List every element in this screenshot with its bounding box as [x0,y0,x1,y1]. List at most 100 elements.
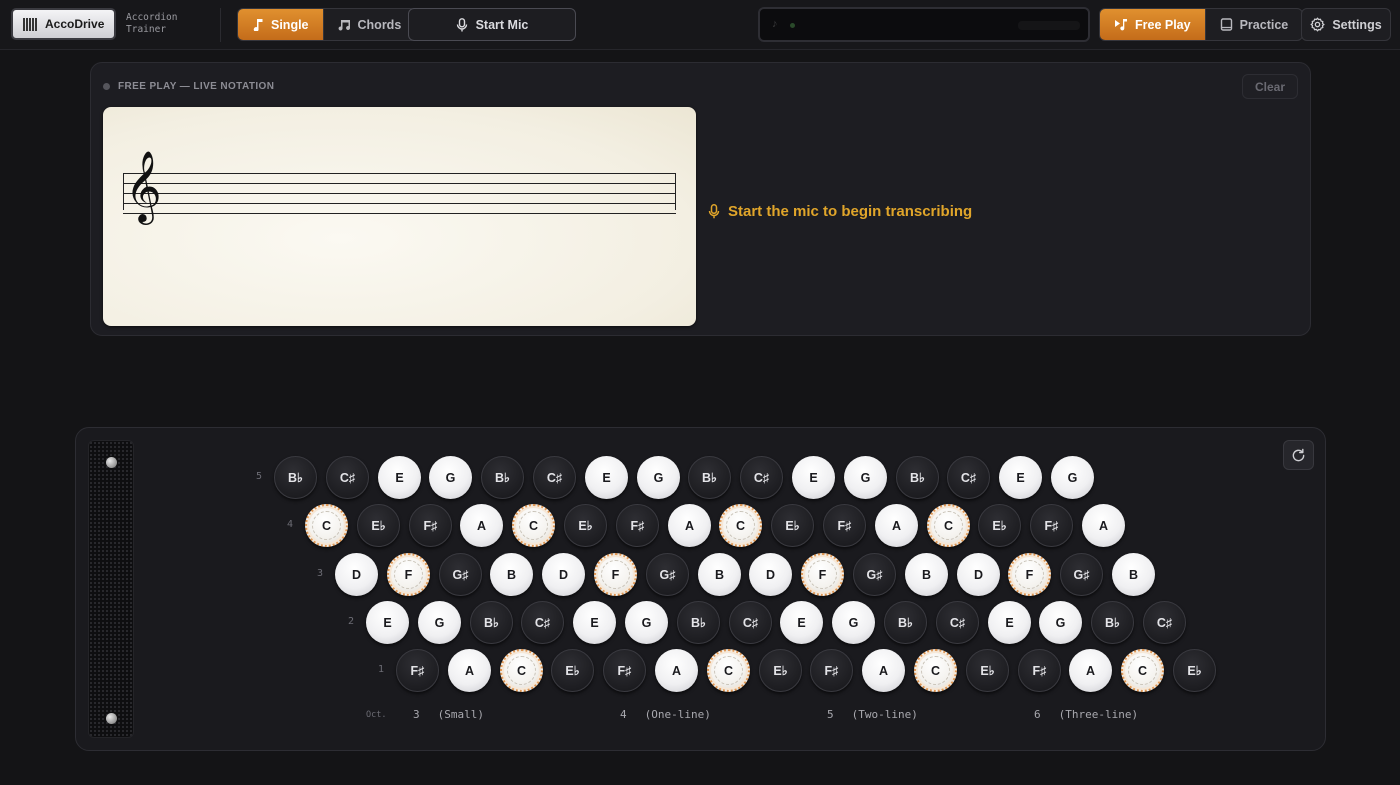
free-play-button[interactable]: Free Play [1100,9,1205,40]
note-button[interactable]: C♯ [533,456,576,499]
note-button[interactable]: G [1039,601,1082,644]
note-button[interactable]: E♭ [978,504,1021,547]
note-button[interactable]: B♭ [884,601,927,644]
note-button[interactable]: E♭ [966,649,1009,692]
note-button[interactable]: C [512,504,555,547]
note-button[interactable]: E [988,601,1031,644]
note-button[interactable]: F♯ [1030,504,1073,547]
note-button[interactable]: E♭ [357,504,400,547]
note-button[interactable]: A [862,649,905,692]
reset-button[interactable] [1283,440,1314,470]
note-button[interactable]: F♯ [810,649,853,692]
note-button[interactable]: A [448,649,491,692]
music-note-icon [253,19,263,31]
note-button[interactable]: E [366,601,409,644]
note-button[interactable]: F♯ [616,504,659,547]
logo-button[interactable]: AccoDrive [11,8,116,40]
staff-paper: 𝄞 [103,107,696,326]
note-button[interactable]: B♭ [688,456,731,499]
note-button[interactable]: G♯ [853,553,896,596]
note-button[interactable]: A [1082,504,1125,547]
note-button[interactable]: C♯ [947,456,990,499]
meter-note-icon: ♪ [772,18,778,30]
note-button[interactable]: C♯ [326,456,369,499]
note-button[interactable]: C [500,649,543,692]
note-button[interactable]: F [1008,553,1051,596]
note-button[interactable]: E♭ [551,649,594,692]
note-button[interactable]: A [655,649,698,692]
note-button[interactable]: C♯ [521,601,564,644]
note-button[interactable]: F♯ [603,649,646,692]
note-button[interactable]: A [875,504,918,547]
note-button[interactable]: D [542,553,585,596]
note-button[interactable]: F♯ [409,504,452,547]
note-button[interactable]: C♯ [936,601,979,644]
note-button[interactable]: G [832,601,875,644]
note-button[interactable]: B♭ [481,456,524,499]
note-label: G♯ [866,567,883,582]
note-button[interactable]: B [1112,553,1155,596]
note-button[interactable]: F♯ [396,649,439,692]
note-button[interactable]: G♯ [1060,553,1103,596]
note-button[interactable]: F [594,553,637,596]
note-button[interactable]: C [914,649,957,692]
note-button[interactable]: C [305,504,348,547]
note-button[interactable]: C♯ [729,601,772,644]
note-button[interactable]: D [335,553,378,596]
note-button[interactable]: C [1121,649,1164,692]
note-button[interactable]: G♯ [439,553,482,596]
note-button[interactable]: G [637,456,680,499]
settings-button[interactable]: Settings [1301,8,1391,41]
note-button[interactable]: E♭ [759,649,802,692]
note-button[interactable]: G [429,456,472,499]
note-button[interactable]: F♯ [823,504,866,547]
note-button[interactable]: E♭ [1173,649,1216,692]
practice-button[interactable]: Practice [1204,9,1303,40]
note-button[interactable]: G [625,601,668,644]
note-button[interactable]: F♯ [1018,649,1061,692]
status-dot [103,83,110,90]
note-button[interactable]: C [927,504,970,547]
note-button[interactable]: E♭ [771,504,814,547]
note-button[interactable]: B♭ [677,601,720,644]
input-mode-toggle: Single Chords [237,8,417,41]
note-button[interactable]: E [585,456,628,499]
note-button[interactable]: G [1051,456,1094,499]
note-button[interactable]: F [801,553,844,596]
note-button[interactable]: E♭ [564,504,607,547]
note-button[interactable]: B [490,553,533,596]
note-button[interactable]: G [418,601,461,644]
note-label: D [973,567,984,582]
note-button[interactable]: B [905,553,948,596]
note-button[interactable]: G [844,456,887,499]
note-button[interactable]: G♯ [646,553,689,596]
note-button[interactable]: B♭ [470,601,513,644]
note-button[interactable]: E [378,456,421,499]
note-button[interactable]: E [573,601,616,644]
note-label: F [601,560,630,589]
note-button[interactable]: E [792,456,835,499]
note-button[interactable]: C♯ [1143,601,1186,644]
note-label: B♭ [288,471,303,485]
note-button[interactable]: E [999,456,1042,499]
start-mic-button[interactable]: Start Mic [408,8,576,41]
note-button[interactable]: B♭ [274,456,317,499]
note-button[interactable]: B [698,553,741,596]
mode-single-button[interactable]: Single [238,9,323,40]
row-label: 5 [256,471,263,482]
note-button[interactable]: A [1069,649,1112,692]
note-button[interactable]: C [707,649,750,692]
note-button[interactable]: D [749,553,792,596]
note-button[interactable]: A [668,504,711,547]
mode-chords-button[interactable]: Chords [322,9,416,40]
note-button[interactable]: B♭ [896,456,939,499]
note-button[interactable]: A [460,504,503,547]
note-button[interactable]: F [387,553,430,596]
note-button[interactable]: C [719,504,762,547]
note-button[interactable]: D [957,553,1000,596]
note-button[interactable]: E [780,601,823,644]
note-button[interactable]: C♯ [740,456,783,499]
book-icon [1220,18,1232,31]
note-button[interactable]: B♭ [1091,601,1134,644]
clear-button[interactable]: Clear [1242,74,1298,99]
